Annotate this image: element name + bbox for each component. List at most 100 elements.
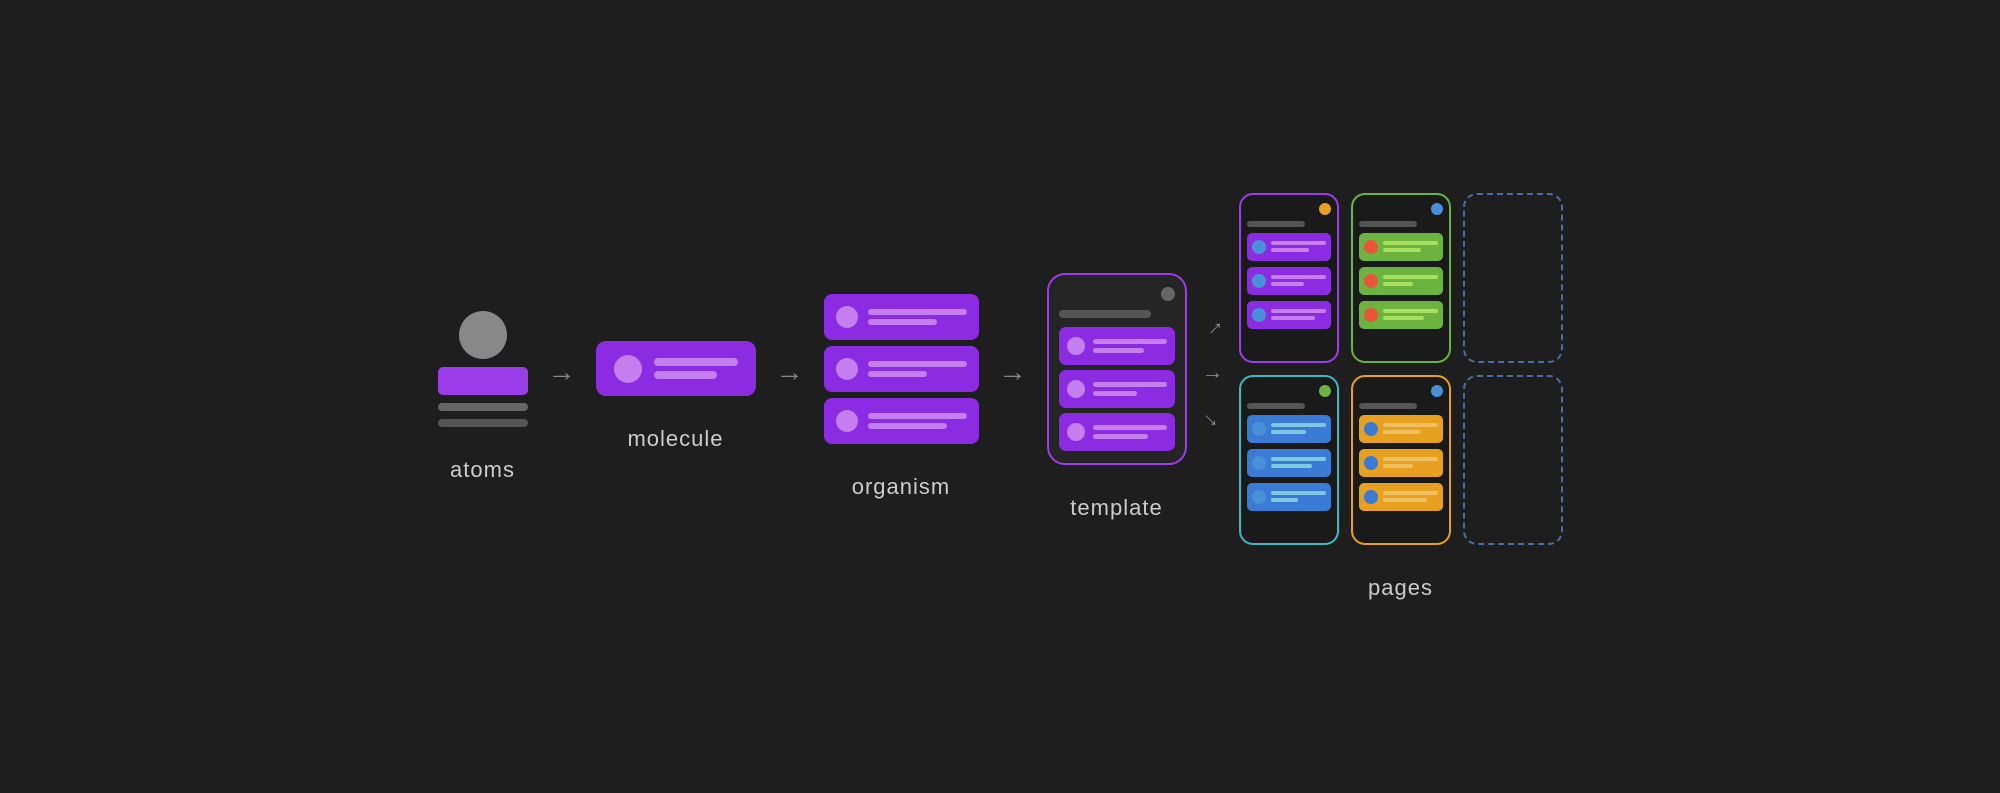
page-2-dot (1431, 203, 1443, 215)
pages-label: pages (1368, 575, 1433, 601)
pages-grid (1239, 193, 1563, 545)
tmpl-line-2b (1093, 391, 1137, 396)
page-1-line-1b (1271, 248, 1310, 252)
org-circle-1 (836, 306, 858, 328)
page-1-row-1 (1247, 233, 1331, 261)
page-5-line-1b (1383, 430, 1422, 434)
atom-circle (459, 311, 507, 359)
page-1-row-2 (1247, 267, 1331, 295)
stage-atoms: atoms (438, 311, 528, 483)
tmpl-line-2a (1093, 382, 1167, 387)
page-1-line-2b (1271, 282, 1304, 286)
atom-figure (438, 311, 528, 427)
page-4-row-1 (1247, 415, 1331, 443)
page-1-line-2a (1271, 275, 1326, 279)
page-5-lines-3 (1383, 491, 1438, 502)
page-1-avatar-1 (1252, 240, 1266, 254)
org-line-3a (868, 413, 967, 419)
page-4-line-2b (1271, 464, 1312, 468)
page-2 (1351, 193, 1451, 363)
org-row-3 (824, 398, 979, 444)
page-2-row-1 (1359, 233, 1443, 261)
page-1-dot (1319, 203, 1331, 215)
page-5-lines-1 (1383, 423, 1438, 434)
org-line-2b (868, 371, 927, 377)
arrow-1: → (548, 358, 576, 436)
page-5-avatar-3 (1364, 490, 1378, 504)
page-4-dot (1319, 385, 1331, 397)
page-1-lines-3 (1271, 309, 1326, 320)
page-1-line-3b (1271, 316, 1315, 320)
org-line-3b (868, 423, 947, 429)
page-1-avatar-2 (1252, 274, 1266, 288)
page-4-line-3a (1271, 491, 1326, 495)
atom-line1 (438, 403, 528, 411)
template-visual (1047, 273, 1187, 465)
tmpl-circle-3 (1067, 423, 1085, 441)
page-5-line-3b (1383, 498, 1427, 502)
page-5 (1351, 375, 1451, 545)
org-circle-3 (836, 410, 858, 432)
page-5-row-2 (1359, 449, 1443, 477)
page-4 (1239, 375, 1339, 545)
page-5-dot (1431, 385, 1443, 397)
tmpl-lines-2 (1093, 382, 1167, 396)
page-1-top-bar (1247, 203, 1331, 215)
page-5-header (1359, 403, 1418, 409)
tmpl-lines-3 (1093, 425, 1167, 439)
page-4-avatar-2 (1252, 456, 1266, 470)
page-4-line-1a (1271, 423, 1326, 427)
mol-line-1 (654, 358, 738, 366)
page-1-row-3 (1247, 301, 1331, 329)
arrow-icon-2: → (776, 358, 804, 386)
page-2-top-bar (1359, 203, 1443, 215)
org-lines-2 (868, 361, 967, 377)
page-5-line-1a (1383, 423, 1438, 427)
molecule-visual (596, 341, 756, 396)
stage-molecule: molecule (596, 341, 756, 452)
arrow-2: → (776, 358, 804, 436)
page-2-lines-1 (1383, 241, 1438, 252)
page-4-row-3 (1247, 483, 1331, 511)
mol-lines (654, 358, 738, 379)
arrow-icon-1: → (548, 358, 576, 386)
molecule-figure (596, 341, 756, 396)
tmpl-row-3 (1059, 413, 1175, 451)
page-2-line-2b (1383, 282, 1413, 286)
org-line-1a (868, 309, 967, 315)
tmpl-line-1a (1093, 339, 1167, 344)
arrow-up-icon: → (1196, 309, 1230, 343)
page-4-avatar-1 (1252, 422, 1266, 436)
page-2-lines-2 (1383, 275, 1438, 286)
tmpl-top-bar (1059, 287, 1175, 301)
org-row-1 (824, 294, 979, 340)
page-3 (1463, 193, 1563, 363)
page-2-header (1359, 221, 1418, 227)
page-4-header (1247, 403, 1306, 409)
page-2-row-3 (1359, 301, 1443, 329)
org-circle-2 (836, 358, 858, 380)
page-1 (1239, 193, 1339, 363)
page-1-lines-2 (1271, 275, 1326, 286)
org-row-2 (824, 346, 979, 392)
page-4-line-2a (1271, 457, 1326, 461)
arrow-mid-icon: → (1202, 359, 1224, 385)
page-4-avatar-3 (1252, 490, 1266, 504)
page-2-line-2a (1383, 275, 1438, 279)
molecule-label: molecule (627, 426, 723, 452)
page-5-row-3 (1359, 483, 1443, 511)
page-6 (1463, 375, 1563, 545)
tmpl-row-2 (1059, 370, 1175, 408)
page-2-line-1b (1383, 248, 1422, 252)
page-2-row-2 (1359, 267, 1443, 295)
mol-circle (614, 355, 642, 383)
stage-organism: organism (824, 294, 979, 500)
org-line-2a (868, 361, 967, 367)
tmpl-line-3a (1093, 425, 1167, 430)
page-4-top-bar (1247, 385, 1331, 397)
page-4-line-3b (1271, 498, 1299, 502)
page-5-lines-2 (1383, 457, 1438, 468)
page-1-line-1a (1271, 241, 1326, 245)
atoms-label: atoms (450, 457, 515, 483)
atom-line2 (438, 419, 528, 427)
